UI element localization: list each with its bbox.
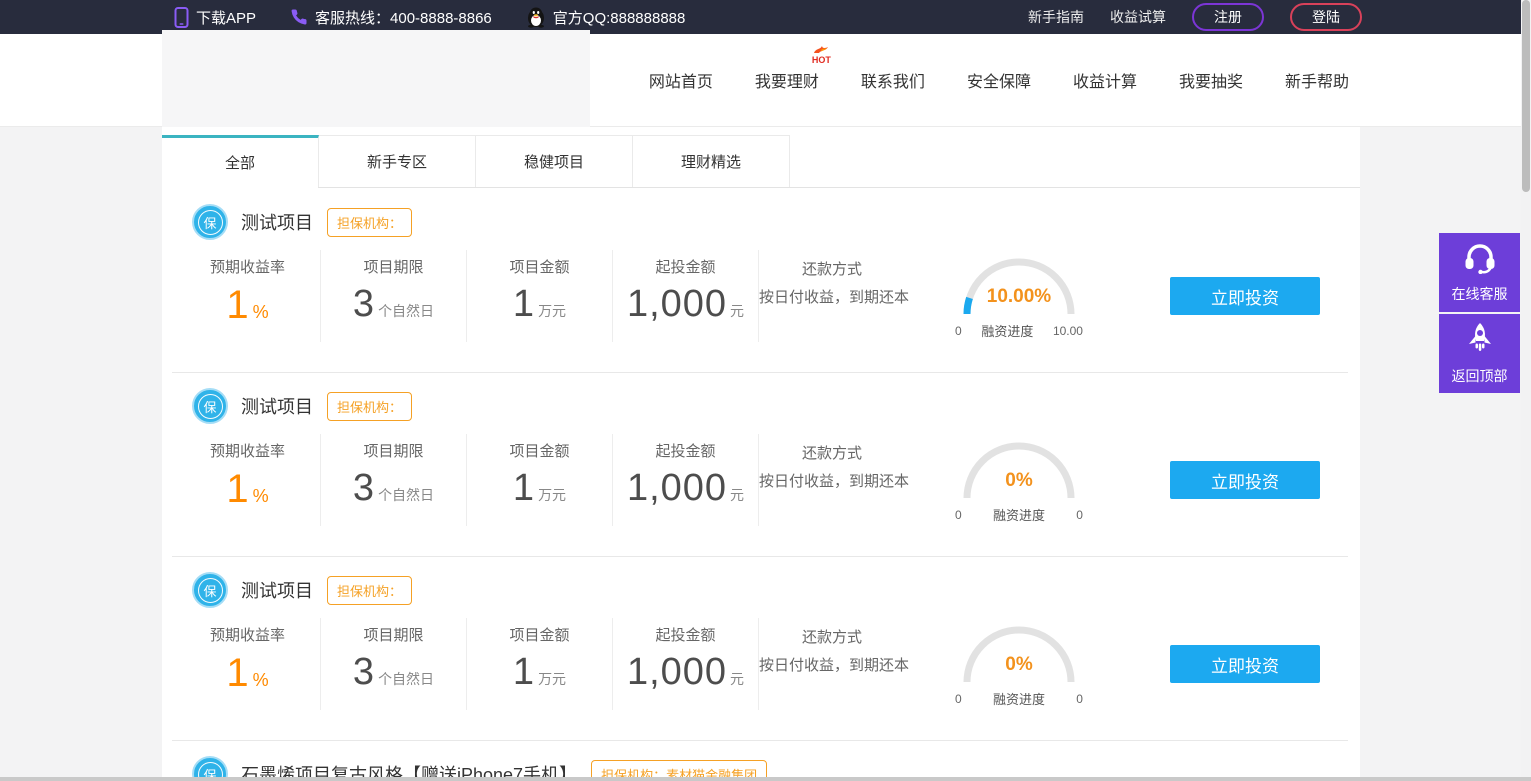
hotline-label: 客服热线：400-8888-8866 — [315, 9, 492, 27]
progress-label: 融资进度 — [992, 692, 1045, 707]
nav-item-help[interactable]: 新手帮助 — [1285, 68, 1349, 92]
stat-expected-rate: 预期收益率 1% — [209, 443, 285, 511]
nav-item-home[interactable]: 网站首页 — [649, 68, 713, 92]
project-item: 保 石墨烯项目复古风格【赠送iPhone7手机】 担保机构：素材猫金融集团 — [162, 740, 1360, 781]
progress-label: 融资进度 — [992, 508, 1045, 523]
back-to-top-button[interactable]: 返回顶部 — [1439, 314, 1520, 393]
project-item: 保 测试项目 担保机构： 预期收益率 1% 项目期限 3 个自然日 项目金额 1万… — [162, 556, 1360, 740]
phone-handset-icon — [290, 8, 308, 26]
newbie-guide-link[interactable]: 新手指南 — [1028, 7, 1084, 27]
smartphone-icon — [174, 6, 189, 28]
progress-percent: 0% — [1005, 470, 1033, 491]
rocket-icon — [1465, 322, 1495, 361]
invest-now-button[interactable]: 立即投资 — [1170, 645, 1320, 683]
tab-newbie[interactable]: 新手专区 — [319, 135, 476, 187]
guarantee-badge-icon: 保 — [192, 388, 228, 424]
stat-expected-rate: 预期收益率 1% — [209, 259, 285, 327]
project-title[interactable]: 测试项目 — [241, 577, 313, 603]
progress-label: 融资进度 — [981, 324, 1034, 339]
stat-min-invest: 起投金额 1,000 元 — [626, 627, 745, 693]
download-app-link[interactable]: 下载APP — [174, 6, 257, 28]
download-app-label: 下载APP — [196, 9, 257, 27]
online-service-button[interactable]: 在线客服 — [1439, 233, 1520, 312]
profit-trial-link[interactable]: 收益试算 — [1110, 7, 1166, 27]
guarantor-tag: 担保机构： — [327, 575, 413, 605]
guarantor-tag: 担保机构： — [327, 207, 413, 237]
progress-max: 0 — [1076, 691, 1083, 706]
stat-amount: 项目金额 1 万元 — [509, 443, 570, 509]
official-qq[interactable]: 官方QQ:888888888 — [526, 6, 686, 28]
progress-max: 10.00 — [1052, 323, 1083, 338]
stat-term: 项目期限 3 个自然日 — [352, 443, 435, 509]
stat-term: 项目期限 3 个自然日 — [352, 259, 435, 325]
online-service-label: 在线客服 — [1451, 285, 1508, 302]
progress-min: 0 — [955, 691, 962, 706]
nav-item-invest[interactable]: 我要理财 HOT — [755, 46, 831, 92]
stat-term: 项目期限 3 个自然日 — [352, 627, 435, 693]
guarantee-badge-icon: 保 — [192, 204, 228, 240]
login-button[interactable]: 登陆 — [1290, 3, 1362, 31]
progress-percent: 10.00% — [986, 286, 1052, 307]
progress-percent: 0% — [1005, 654, 1033, 675]
floating-widget: 在线客服 返回顶部 — [1439, 233, 1520, 395]
project-item: 保 测试项目 担保机构： 预期收益率 1% 项目期限 3 个自然日 项目金额 1万… — [162, 372, 1360, 556]
register-button[interactable]: 注册 — [1192, 3, 1264, 31]
vertical-scrollbar[interactable] — [1521, 0, 1531, 781]
logo-placeholder — [162, 30, 590, 127]
funding-progress-gauge: 0% 0 融资进度 0 — [949, 430, 1089, 524]
nav-item-calc[interactable]: 收益计算 — [1073, 68, 1137, 92]
topbar-left: 下载APP 客服热线：400-8888-8866 官方QQ:888888888 — [174, 6, 719, 28]
nav-item-security[interactable]: 安全保障 — [967, 68, 1031, 92]
repay-method: 还款方式 按日付收益，到期还本 — [759, 261, 910, 306]
funding-progress-gauge: 0% 0 融资进度 0 — [949, 614, 1089, 708]
qq-label: 官方QQ:888888888 — [552, 9, 686, 27]
stat-min-invest: 起投金额 1,000 元 — [626, 443, 745, 509]
tab-featured[interactable]: 理财精选 — [633, 135, 790, 187]
hotline[interactable]: 客服热线：400-8888-8866 — [290, 7, 492, 28]
topbar: 下载APP 客服热线：400-8888-8866 官方QQ:888888888 … — [0, 0, 1531, 34]
project-list-panel: 全部 新手专区 稳健项目 理财精选 保 测试项目 担保机构： 预期收益率 1% … — [162, 127, 1360, 781]
main-nav: 网站首页 我要理财 HOT 联系我们 安全保障 收益计算 我要抽奖 新手帮助 — [649, 46, 1349, 92]
stat-amount: 项目金额 1 万元 — [509, 259, 570, 325]
topbar-right: 新手指南 收益试算 注册 登陆 — [1028, 3, 1362, 31]
vertical-scrollbar-thumb[interactable] — [1522, 0, 1530, 192]
repay-method: 还款方式 按日付收益，到期还本 — [759, 629, 910, 674]
stat-min-invest: 起投金额 1,000 元 — [626, 259, 745, 325]
tab-all[interactable]: 全部 — [162, 135, 319, 188]
guarantee-badge-icon: 保 — [192, 572, 228, 608]
funding-progress-gauge: 10.00% 0 融资进度 10.00 — [949, 246, 1089, 340]
project-item: 保 测试项目 担保机构： 预期收益率 1% 项目期限 3 个自然日 项目金额 1万… — [162, 188, 1360, 372]
hot-icon: HOT — [812, 44, 831, 65]
progress-max: 0 — [1076, 507, 1083, 522]
progress-min: 0 — [955, 507, 962, 522]
qq-penguin-icon — [526, 6, 546, 28]
project-title[interactable]: 测试项目 — [241, 209, 313, 235]
nav-item-lottery[interactable]: 我要抽奖 — [1179, 68, 1243, 92]
tab-stable[interactable]: 稳健项目 — [476, 135, 633, 187]
horizontal-scrollbar[interactable] — [0, 777, 1531, 781]
header: 网站首页 我要理财 HOT 联系我们 安全保障 收益计算 我要抽奖 新手帮助 — [0, 30, 1531, 127]
invest-now-button[interactable]: 立即投资 — [1170, 461, 1320, 499]
repay-method: 还款方式 按日付收益，到期还本 — [759, 445, 910, 490]
nav-item-contact[interactable]: 联系我们 — [861, 68, 925, 92]
progress-min: 0 — [955, 323, 962, 338]
project-title[interactable]: 测试项目 — [241, 393, 313, 419]
stat-expected-rate: 预期收益率 1% — [209, 627, 285, 695]
guarantor-tag: 担保机构： — [327, 391, 413, 421]
stat-amount: 项目金额 1 万元 — [509, 627, 570, 693]
filter-tabs: 全部 新手专区 稳健项目 理财精选 — [162, 135, 1360, 188]
invest-now-button[interactable]: 立即投资 — [1170, 277, 1320, 315]
back-to-top-label: 返回顶部 — [1451, 367, 1508, 384]
headset-icon — [1462, 242, 1498, 279]
